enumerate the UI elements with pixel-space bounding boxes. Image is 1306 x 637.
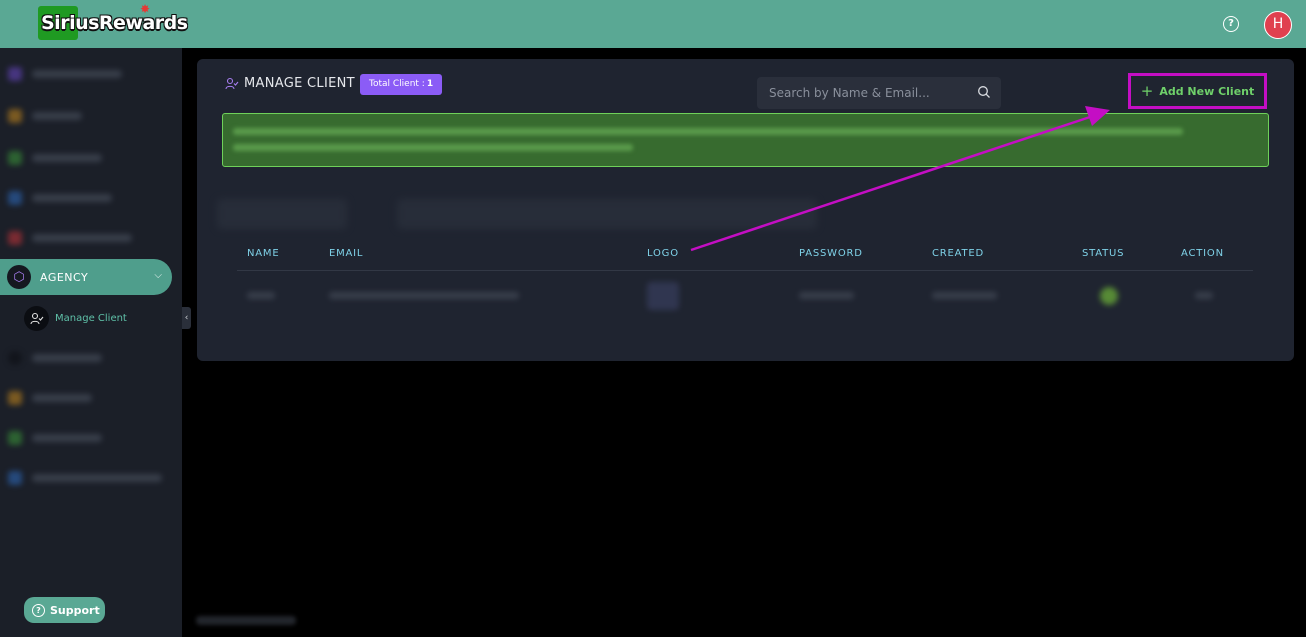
sidebar-item-blurred[interactable] <box>8 470 162 486</box>
chevron-down-icon: ⌵ <box>154 270 162 281</box>
cell-blurred <box>799 292 854 299</box>
logo-text: SiriusRewards <box>41 12 188 34</box>
status-toggle-blurred[interactable] <box>1100 287 1118 305</box>
manage-client-panel: MANAGE CLIENT Total Client :1 + Add New … <box>197 59 1294 361</box>
sidebar-item-blurred[interactable] <box>8 66 122 82</box>
sidebar-item-blurred[interactable] <box>8 230 132 246</box>
alert-text-blurred <box>233 128 1183 135</box>
badge-label: Total Client : <box>369 79 425 89</box>
cell-blurred <box>329 292 519 299</box>
badge-count: 1 <box>426 79 434 89</box>
table-row[interactable] <box>237 282 1253 312</box>
add-button-label: Add New Client <box>1159 84 1255 98</box>
column-header-logo: LOGO <box>647 248 679 259</box>
user-check-icon <box>24 306 49 331</box>
column-header-created: CREATED <box>932 248 985 259</box>
alert-text-blurred <box>233 144 633 151</box>
sidebar-item-blurred[interactable] <box>8 430 102 446</box>
column-header-password: PASSWORD <box>799 248 863 259</box>
search-input[interactable] <box>757 77 1001 109</box>
column-header-action: ACTION <box>1181 248 1224 259</box>
cell-blurred <box>247 292 275 299</box>
filter-blurred[interactable] <box>397 199 817 229</box>
plus-icon: + <box>1140 82 1154 100</box>
sidebar-item-blurred[interactable] <box>8 390 92 406</box>
sidebar-collapse-button[interactable]: ‹ <box>182 307 191 329</box>
filter-blurred[interactable] <box>217 199 347 229</box>
header-divider <box>237 270 1253 271</box>
sidebar-item-label: Manage Client <box>55 313 127 324</box>
avatar[interactable]: H <box>1264 11 1292 39</box>
column-header-email: EMAIL <box>329 248 364 259</box>
search-icon[interactable] <box>977 85 991 99</box>
footer-text-blurred <box>196 616 296 625</box>
page-title: MANAGE CLIENT <box>244 76 355 91</box>
add-new-client-button[interactable]: + Add New Client <box>1128 73 1267 109</box>
cell-blurred <box>932 292 997 299</box>
user-check-icon <box>225 77 239 95</box>
question-circle-icon[interactable]: ? <box>1223 16 1239 32</box>
sidebar-item-blurred[interactable] <box>8 108 82 124</box>
top-bar: SiriusRewards ✸ ? H <box>0 0 1306 48</box>
cube-icon: ⬡ <box>7 265 31 289</box>
sidebar-item-blurred[interactable] <box>8 150 102 166</box>
sidebar <box>0 48 182 637</box>
action-blurred[interactable] <box>1195 292 1213 299</box>
question-circle-icon: ? <box>32 603 45 617</box>
support-label: Support <box>50 603 100 617</box>
total-client-badge: Total Client :1 <box>360 74 443 95</box>
client-logo-blurred <box>647 282 679 310</box>
column-header-status: STATUS <box>1082 248 1125 259</box>
app-logo[interactable]: SiriusRewards ✸ <box>38 2 188 40</box>
support-button[interactable]: ? Support <box>24 597 105 623</box>
info-alert <box>222 113 1269 167</box>
logo-star-icon: ✸ <box>140 2 151 16</box>
sidebar-item-blurred[interactable] <box>8 190 112 206</box>
sidebar-item-agency[interactable]: ⬡ AGENCY ⌵ <box>0 259 172 295</box>
sidebar-item-manage-client[interactable]: Manage Client <box>24 306 127 331</box>
sidebar-item-blurred[interactable] <box>8 350 102 366</box>
column-header-name: NAME <box>247 248 280 259</box>
sidebar-item-label: AGENCY <box>40 270 89 284</box>
